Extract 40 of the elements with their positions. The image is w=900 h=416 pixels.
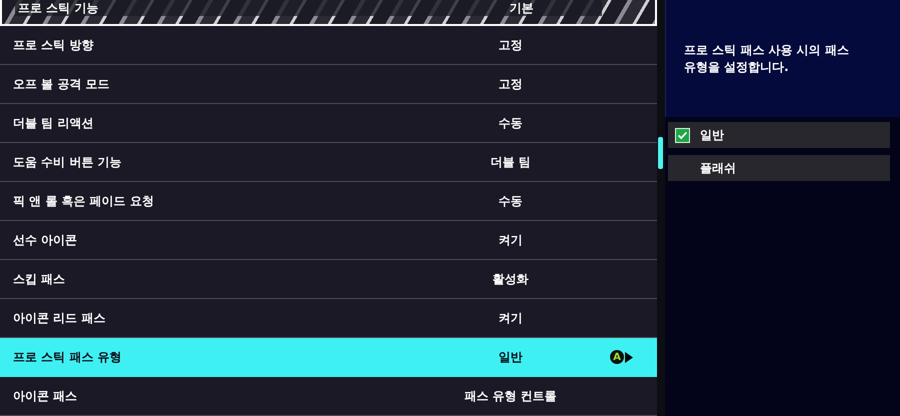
setting-value: 더블 팀 — [489, 154, 532, 170]
scrollbar[interactable] — [657, 0, 665, 416]
setting-value: 켜기 — [498, 310, 524, 326]
setting-value: 수동 — [498, 114, 524, 132]
setting-row[interactable]: 도움 수비 버튼 기능 더블 팀 — [0, 143, 657, 182]
setting-label: 픽 앤 롤 혹은 페이드 요청 — [13, 192, 155, 210]
setting-row[interactable]: 프로 스틱 패스 유형 일반 A — [0, 338, 657, 377]
setting-row[interactable]: 픽 앤 롤 혹은 페이드 요청 수동 — [0, 182, 657, 221]
setting-label: 도움 수비 버튼 기능 — [13, 154, 123, 170]
setting-row[interactable]: 오프 볼 공격 모드 고정 — [0, 65, 657, 104]
setting-label: 프로 스틱 패스 유형 — [13, 348, 123, 366]
setting-value: 고정 — [498, 76, 524, 92]
setting-row[interactable]: 더블 팀 리액션 수동 — [0, 104, 657, 143]
setting-value: 패스 유형 컨트롤 — [463, 388, 558, 404]
setting-row[interactable]: 스킵 패스 활성화 — [0, 260, 657, 299]
setting-label: 더블 팀 리액션 — [13, 114, 94, 132]
setting-value: 활성화 — [492, 270, 530, 288]
description-text: 프로 스틱 패스 사용 시의 패스 유형을 설정합니다. — [665, 0, 900, 117]
option-label: 플래쉬 — [700, 160, 736, 176]
setting-value: 켜기 — [498, 232, 524, 248]
arrow-icon — [625, 352, 633, 362]
setting-label: 프로 스틱 방향 — [13, 36, 94, 54]
setting-row[interactable]: 선수 아이콘 켜기 — [0, 221, 657, 260]
setting-row[interactable]: 프로 스틱 기능 기본 — [0, 0, 657, 26]
option-item[interactable]: 일반 — [668, 122, 890, 148]
setting-label: 프로 스틱 기능 — [15, 0, 441, 16]
setting-label: 아이콘 패스 — [13, 388, 78, 404]
setting-label: 스킵 패스 — [13, 270, 66, 288]
option-item[interactable]: 플래쉬 — [668, 155, 890, 181]
setting-value: 기본 — [441, 0, 602, 16]
setting-label: 선수 아이콘 — [13, 232, 78, 248]
setting-row[interactable]: 아이콘 패스 패스 유형 컨트롤 — [0, 377, 657, 416]
option-label: 일반 — [700, 126, 724, 144]
setting-value: 수동 — [498, 192, 524, 210]
setting-value: 고정 — [498, 36, 524, 54]
a-button-icon: A — [610, 350, 624, 364]
setting-value: 일반 — [498, 348, 524, 366]
setting-label: 오프 볼 공격 모드 — [13, 76, 111, 92]
setting-label: 아이콘 리드 패스 — [13, 310, 106, 326]
setting-row[interactable]: 프로 스틱 방향 고정 — [0, 26, 657, 65]
